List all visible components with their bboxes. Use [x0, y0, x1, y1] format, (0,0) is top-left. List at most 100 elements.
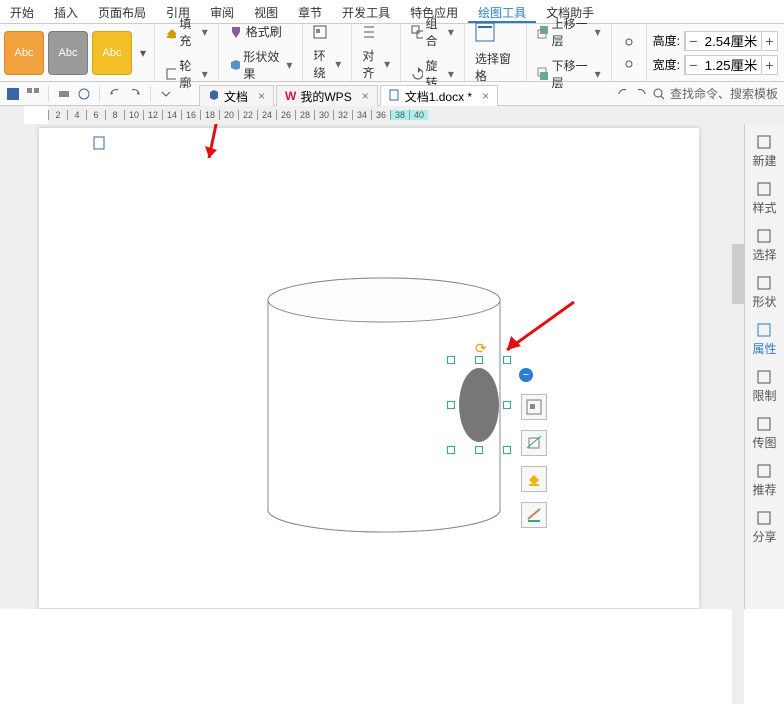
- resize-handle-nw[interactable]: [447, 356, 455, 364]
- resize-handle-w[interactable]: [447, 401, 455, 409]
- select-pane-button[interactable]: [471, 20, 520, 44]
- align-label[interactable]: 对齐▾: [358, 45, 394, 83]
- rotate-handle[interactable]: ⟳: [475, 340, 487, 357]
- side-panel: 新建样式选择形状属性限制传图推荐分享: [744, 124, 784, 609]
- star-icon: [756, 463, 772, 479]
- side-new[interactable]: 新建: [752, 130, 776, 173]
- redo-icon[interactable]: [128, 87, 142, 101]
- side-limit[interactable]: 限制: [752, 365, 776, 408]
- width-increase[interactable]: +: [761, 56, 777, 74]
- page-break-icon: [93, 136, 107, 150]
- undo2-icon[interactable]: [616, 87, 630, 101]
- vertical-ruler[interactable]: [0, 124, 24, 609]
- float-effect-button[interactable]: [521, 502, 547, 528]
- doc-tab-icon: [208, 89, 220, 104]
- wrap-button[interactable]: [309, 23, 345, 41]
- group-button[interactable]: 组合▾: [407, 13, 458, 51]
- document-tabs: 文档×W我的WPS×文档1.docx *×: [199, 83, 610, 104]
- doc-tab-文档[interactable]: 文档×: [199, 85, 274, 106]
- close-icon[interactable]: ×: [482, 89, 489, 103]
- tab-开始[interactable]: 开始: [0, 0, 44, 23]
- align-button[interactable]: [358, 23, 394, 41]
- rotate-icon: [411, 67, 422, 81]
- height-increase[interactable]: +: [761, 32, 777, 50]
- style-swatch-1[interactable]: Abc: [4, 31, 44, 75]
- lock-button2[interactable]: [618, 55, 640, 73]
- preview-icon[interactable]: [77, 87, 91, 101]
- annotation-arrow-1: [199, 124, 239, 168]
- page[interactable]: ⟳ −: [39, 128, 699, 608]
- dropdown-icon[interactable]: [159, 87, 173, 101]
- limit-icon: [756, 369, 772, 385]
- search-icon[interactable]: [652, 87, 666, 101]
- resize-handle-ne[interactable]: [503, 356, 511, 364]
- share-icon: [756, 510, 772, 526]
- width-decrease[interactable]: −: [685, 56, 701, 74]
- new-icon: [756, 134, 772, 150]
- remove-icon[interactable]: −: [519, 368, 533, 382]
- doc-tab-icon: W: [285, 89, 296, 103]
- scrollbar-thumb[interactable]: [732, 244, 744, 304]
- tab-页面布局[interactable]: 页面布局: [88, 0, 156, 23]
- style-swatch-3[interactable]: Abc: [92, 31, 132, 75]
- shape-style-gallery: Abc Abc Abc ▾: [0, 24, 155, 81]
- width-input[interactable]: [701, 56, 761, 74]
- side-shape[interactable]: 形状: [752, 271, 776, 314]
- selected-ellipse-shape[interactable]: ⟳ −: [449, 358, 509, 452]
- side-share[interactable]: 分享: [752, 506, 776, 549]
- search-placeholder[interactable]: 查找命令、搜索模板: [670, 85, 778, 102]
- resize-handle-s[interactable]: [475, 446, 483, 454]
- upload-icon: [756, 416, 772, 432]
- cube-icon: [229, 58, 241, 72]
- vertical-scrollbar[interactable]: [732, 244, 744, 704]
- redo2-icon[interactable]: [634, 87, 648, 101]
- side-star[interactable]: 推荐: [752, 459, 776, 502]
- side-style[interactable]: 样式: [752, 177, 776, 220]
- style-gallery-dropdown[interactable]: ▾: [136, 46, 150, 60]
- doc-tab-icon: [389, 89, 401, 104]
- float-wrap-button[interactable]: [521, 394, 547, 420]
- height-input[interactable]: [701, 32, 761, 50]
- pane-icon: [475, 22, 495, 42]
- close-icon[interactable]: ×: [258, 89, 265, 103]
- lock-button[interactable]: [618, 33, 640, 51]
- ribbon: Abc Abc Abc ▾ 填充▾ 轮廓▾ 格式刷 形状效果▾ 环绕▾: [0, 24, 784, 82]
- undo-icon[interactable]: [108, 87, 122, 101]
- shape-effect-button[interactable]: 形状效果▾: [225, 46, 297, 84]
- wrap-label[interactable]: 环绕▾: [309, 45, 345, 83]
- save-icon[interactable]: [6, 87, 20, 101]
- doc-tab-文档1.docx *[interactable]: 文档1.docx *×: [380, 85, 498, 106]
- resize-handle-sw[interactable]: [447, 446, 455, 454]
- search-area: 查找命令、搜索模板: [616, 85, 778, 102]
- doc-tab-我的WPS[interactable]: W我的WPS×: [276, 85, 378, 106]
- side-select[interactable]: 选择: [752, 224, 776, 267]
- resize-handle-se[interactable]: [503, 446, 511, 454]
- tab-章节[interactable]: 章节: [288, 0, 332, 23]
- float-fill-button[interactable]: [521, 466, 547, 492]
- forward-icon: [537, 25, 549, 39]
- resize-handle-e[interactable]: [503, 401, 511, 409]
- workspace: ⟳ −: [0, 124, 784, 609]
- side-upload[interactable]: 传图: [752, 412, 776, 455]
- format-painter-button[interactable]: 格式刷: [225, 21, 297, 42]
- close-icon[interactable]: ×: [362, 89, 369, 103]
- float-crop-button[interactable]: [521, 430, 547, 456]
- horizontal-ruler[interactable]: 246810121416182022242628303234363840: [48, 106, 784, 124]
- tab-视图[interactable]: 视图: [244, 0, 288, 23]
- resize-handle-n[interactable]: [475, 356, 483, 364]
- fill-button[interactable]: 填充▾: [161, 13, 212, 51]
- height-decrease[interactable]: −: [685, 32, 701, 50]
- side-attr[interactable]: 属性: [752, 318, 776, 361]
- tab-开发工具[interactable]: 开发工具: [332, 0, 400, 23]
- wrap-icon: [313, 25, 327, 39]
- canvas[interactable]: ⟳ −: [24, 124, 744, 609]
- print-icon[interactable]: [57, 87, 71, 101]
- style-swatch-2[interactable]: Abc: [48, 31, 88, 75]
- quick-access-bar: 文档×W我的WPS×文档1.docx *× 查找命令、搜索模板: [0, 82, 784, 106]
- select-pane-label[interactable]: 选择窗格: [471, 48, 520, 86]
- bring-forward-button[interactable]: 上移一层▾: [533, 13, 605, 51]
- grid-icon[interactable]: [26, 87, 40, 101]
- bucket-icon: [165, 25, 176, 39]
- width-label: 宽度:: [653, 56, 680, 73]
- tab-插入[interactable]: 插入: [44, 0, 88, 23]
